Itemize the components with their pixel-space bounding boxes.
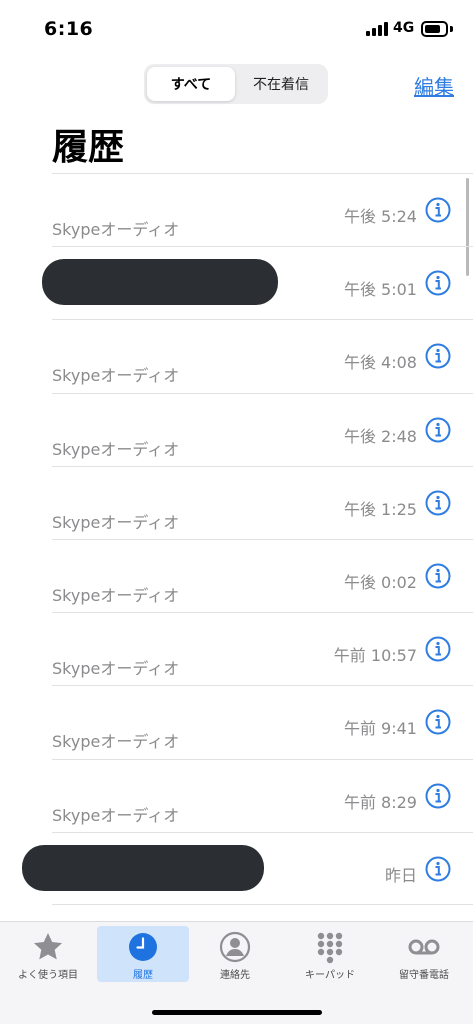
page-title: 履歴 [52, 127, 125, 168]
keypad-icon [317, 932, 343, 964]
call-type: Skypeオーディオ [52, 732, 180, 752]
status-time: 6:16 [44, 18, 94, 40]
call-row[interactable]: Skypeオーディオ 午後 1:25 [52, 465, 473, 539]
network-type: 4G [393, 20, 415, 36]
redacted-caller-name [42, 259, 278, 305]
info-icon[interactable] [425, 709, 451, 735]
call-time: 午前 9:41 [343, 719, 417, 739]
redacted-caller-name [22, 845, 264, 891]
contact-icon [219, 931, 251, 963]
call-type: Skypeオーディオ [52, 366, 180, 386]
tab-contacts[interactable]: 連絡先 [189, 926, 281, 982]
call-type: Skypeオーディオ [52, 439, 180, 459]
call-time: 昨日 [384, 865, 417, 885]
battery-icon [421, 21, 448, 37]
tab-favorites[interactable]: よく使う項目 [2, 926, 94, 982]
edit-button[interactable]: 編集 [414, 71, 454, 100]
info-icon[interactable] [425, 417, 451, 443]
info-icon[interactable] [425, 636, 451, 662]
status-bar: 6:16 4G [0, 0, 473, 58]
info-icon[interactable] [425, 197, 451, 223]
call-row[interactable]: Skypeオーディオ 午前 10:57 [52, 612, 473, 685]
tab-label: 留守番電話 [399, 970, 449, 981]
call-time: 午後 1:25 [343, 499, 417, 519]
call-type: Skypeオーディオ [52, 220, 180, 239]
voicemail-icon [408, 939, 440, 955]
tab-label: キーパッド [305, 970, 355, 981]
call-row[interactable]: Skypeオーディオ 午後 2:48 [52, 392, 473, 466]
tab-voicemail[interactable]: 留守番電話 [378, 926, 470, 982]
info-icon[interactable] [425, 490, 451, 516]
info-icon[interactable] [425, 783, 451, 809]
tab-keypad[interactable]: キーパッド [284, 926, 376, 982]
call-type: Skypeオーディオ [52, 659, 180, 679]
call-row[interactable]: Skypeオーディオ 午後 5:24 [52, 173, 473, 246]
info-icon[interactable] [425, 270, 451, 296]
tab-label: 連絡先 [220, 970, 250, 981]
call-time: 午後 4:08 [343, 353, 417, 373]
call-row[interactable]: Skypeオーディオ 午前 9:41 [52, 685, 473, 758]
tab-label: 履歴 [133, 970, 153, 981]
call-type: Skypeオーディオ [52, 805, 180, 825]
home-indicator[interactable] [152, 1010, 322, 1015]
call-time: 午後 0:02 [343, 572, 417, 592]
call-time: 午後 5:24 [343, 207, 417, 226]
call-type: Skypeオーディオ [52, 512, 180, 532]
signal-icon [366, 22, 388, 36]
call-row[interactable]: Skypeオーディオ 午後 0:02 [52, 538, 473, 612]
star-icon [34, 933, 62, 960]
call-row[interactable]: Skypeオーディオ 午前 8:29 [52, 758, 473, 832]
call-time: 午前 10:57 [333, 646, 417, 666]
call-time: 午前 8:29 [343, 792, 417, 812]
filter-segmented-control: すべて 不在着信 [144, 64, 328, 104]
call-row[interactable]: Skypeオーディオ 午後 4:08 [52, 319, 473, 392]
segment-missed[interactable]: 不在着信 [237, 67, 325, 101]
clock-icon [129, 933, 157, 961]
info-icon[interactable] [425, 856, 451, 882]
call-type: Skypeオーディオ [52, 585, 180, 605]
call-time: 午後 5:01 [343, 280, 417, 300]
tab-label: よく使う項目 [18, 970, 78, 981]
info-icon[interactable] [425, 563, 451, 589]
call-time: 午後 2:48 [343, 426, 417, 446]
tab-bar: よく使う項目 履歴 連絡先 キーパッド 留守番電話 [0, 921, 473, 1024]
segment-all[interactable]: すべて [147, 67, 235, 101]
info-icon[interactable] [425, 343, 451, 369]
tab-recents[interactable]: 履歴 [97, 926, 189, 982]
